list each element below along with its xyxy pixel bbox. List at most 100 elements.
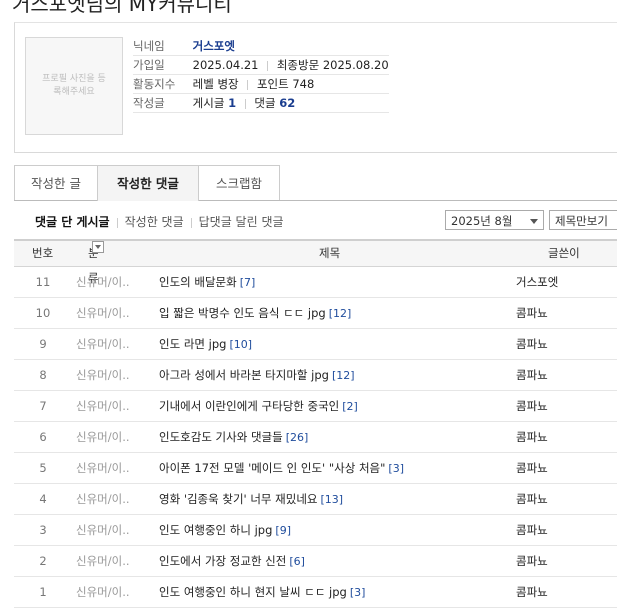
row-category[interactable]: 신유머/이.. <box>76 391 136 421</box>
subnav-replied-comments[interactable]: 답댓글 달린 댓글 <box>199 215 284 229</box>
row-comment-count[interactable]: [10] <box>229 338 252 351</box>
row-title[interactable]: 아그라 성에서 바라본 타지마할 jpg <box>159 368 329 382</box>
row-number: 9 <box>39 337 47 351</box>
row-comment-count[interactable]: [2] <box>342 400 358 413</box>
profile-photo-placeholder[interactable]: 프로필 사진을 등록해주세요 <box>25 37 123 135</box>
row-author[interactable]: 콤파뇨 <box>516 577 548 607</box>
row-author[interactable]: 콤파뇨 <box>516 329 548 359</box>
row-title-link[interactable]: 인도 라면 jpg [10] <box>159 329 252 360</box>
table-row: 8 신유머/이.. 아그라 성에서 바라본 타지마할 jpg [12] 콤파뇨 <box>14 360 617 391</box>
activity-row: 활동지수 레벨 병장 포인트 748 <box>133 75 389 94</box>
table-row: 5 신유머/이.. 아이폰 17전 모델 '메이드 인 인도' "사상 처음" [3]… <box>14 453 617 484</box>
row-title-link[interactable]: 영화 '김종욱 찾기' 너무 재밌네요 [13] <box>159 484 343 515</box>
row-title[interactable]: 아이폰 17전 모델 '메이드 인 인도' "사상 처음" <box>159 461 385 475</box>
row-category[interactable]: 신유머/이.. <box>76 422 136 452</box>
row-comment-count[interactable]: [12] <box>332 369 355 382</box>
row-comment-count[interactable]: [12] <box>329 307 352 320</box>
row-title-link[interactable]: 인도 여행중인 하니 jpg [9] <box>159 515 291 546</box>
comment-post-table: 번호 분류 제목 글쓴이 11 신유머/이.. 인도의 배달문화 [7] 거스포엣 10 신… <box>14 239 617 608</box>
divider <box>244 98 246 109</box>
row-category[interactable]: 신유머/이.. <box>76 453 136 483</box>
row-title-link[interactable]: 인도에서 가장 정교한 신전 [6] <box>159 546 305 577</box>
row-comment-count[interactable]: [13] <box>320 493 343 506</box>
header-author: 글쓴이 <box>548 246 580 260</box>
tab-written-comments[interactable]: 작성한 댓글 <box>97 165 199 201</box>
row-number: 11 <box>35 275 51 289</box>
table-header: 번호 분류 제목 글쓴이 <box>14 239 617 285</box>
table-row: 11 신유머/이.. 인도의 배달문화 [7] 거스포엣 <box>14 267 617 298</box>
written-row: 작성글 게시글 1 댓글 62 <box>133 94 389 113</box>
row-category[interactable]: 신유머/이.. <box>76 329 136 359</box>
row-number: 2 <box>39 554 47 568</box>
row-author[interactable]: 콤파뇨 <box>516 360 548 390</box>
table-row: 6 신유머/이.. 인도호감도 기사와 댓글들 [26] 콤파뇨 <box>14 422 617 453</box>
tab-bar: 작성한 글 작성한 댓글 스크랩함 <box>14 165 617 201</box>
activity-label: 활동지수 <box>133 77 176 91</box>
row-comment-count[interactable]: [3] <box>350 586 366 599</box>
row-category[interactable]: 신유머/이.. <box>76 515 136 545</box>
row-comment-count[interactable]: [6] <box>289 555 305 568</box>
tab-scrap[interactable]: 스크랩함 <box>198 165 280 200</box>
row-title[interactable]: 인도호감도 기사와 댓글들 <box>159 430 283 444</box>
view-mode-select[interactable]: 제목만보기 <box>549 210 617 230</box>
tab-written-posts[interactable]: 작성한 글 <box>14 165 98 200</box>
row-title-link[interactable]: 기내에서 이란인에게 구타당한 중국인 [2] <box>159 391 358 422</box>
row-category[interactable]: 신유머/이.. <box>76 267 136 297</box>
category-filter-dropdown-icon[interactable] <box>92 241 104 253</box>
row-author[interactable]: 콤파뇨 <box>516 453 548 483</box>
row-category[interactable]: 신유머/이.. <box>76 484 136 514</box>
row-author[interactable]: 콤파뇨 <box>516 515 548 545</box>
nickname-value[interactable]: 거스포엣 <box>193 39 235 53</box>
row-comment-count[interactable]: [26] <box>286 431 309 444</box>
row-title-link[interactable]: 아그라 성에서 바라본 타지마할 jpg [12] <box>159 360 355 391</box>
table-row: 10 신유머/이.. 입 짧은 박명수 인도 음식 ㄷㄷ jpg [12] 콤파뇨 <box>14 298 617 329</box>
posts-count[interactable]: 1 <box>228 96 236 110</box>
header-num: 번호 <box>32 246 54 260</box>
row-author[interactable]: 거스포엣 <box>516 267 558 297</box>
subnav-my-comments[interactable]: 작성한 댓글 <box>125 215 184 229</box>
row-number: 1 <box>39 585 47 599</box>
row-title-link[interactable]: 아이폰 17전 모델 '메이드 인 인도' "사상 처음" [3] <box>159 453 404 484</box>
profile-info: 닉네임 거스포엣 가입일 2025.04.21 최종방문 2025.08.20 … <box>133 37 389 113</box>
row-title-link[interactable]: 입 짧은 박명수 인도 음식 ㄷㄷ jpg [12] <box>159 298 351 329</box>
row-category[interactable]: 신유머/이.. <box>76 546 136 576</box>
written-label: 작성글 <box>133 96 165 110</box>
row-comment-count[interactable]: [7] <box>240 276 256 289</box>
comments-count[interactable]: 62 <box>279 96 295 110</box>
join-label: 가입일 <box>133 58 165 72</box>
row-number: 6 <box>39 430 47 444</box>
row-author[interactable]: 콤파뇨 <box>516 484 548 514</box>
header-title: 제목 <box>319 246 341 260</box>
row-author[interactable]: 콤파뇨 <box>516 546 548 576</box>
row-author[interactable]: 콤파뇨 <box>516 391 548 421</box>
month-select[interactable]: 2025년 8월 <box>445 210 544 230</box>
row-comment-count[interactable]: [9] <box>275 524 291 537</box>
row-author[interactable]: 콤파뇨 <box>516 298 548 328</box>
row-title[interactable]: 인도 여행중인 하니 jpg <box>159 523 272 537</box>
row-title-link[interactable]: 인도 여행중인 하니 현지 날씨 ㄷㄷ jpg [3] <box>159 577 365 608</box>
row-number: 3 <box>39 523 47 537</box>
row-author[interactable]: 콤파뇨 <box>516 422 548 452</box>
row-title[interactable]: 인도에서 가장 정교한 신전 <box>159 554 286 568</box>
last-visit-date: 2025.08.20 <box>322 58 389 72</box>
row-title[interactable]: 기내에서 이란인에게 구타당한 중국인 <box>159 399 339 413</box>
profile-box: 프로필 사진을 등록해주세요 닉네임 거스포엣 가입일 2025.04.21 최… <box>14 22 617 153</box>
nickname-label: 닉네임 <box>133 39 165 53</box>
row-category[interactable]: 신유머/이.. <box>76 360 136 390</box>
row-number: 4 <box>39 492 47 506</box>
row-title[interactable]: 영화 '김종욱 찾기' 너무 재밌네요 <box>159 492 317 506</box>
row-title[interactable]: 인도 라면 jpg <box>159 337 226 351</box>
subnav-commented-posts[interactable]: 댓글 단 게시글 <box>35 215 110 229</box>
nickname-row: 닉네임 거스포엣 <box>133 37 389 56</box>
row-title[interactable]: 인도 여행중인 하니 현지 날씨 ㄷㄷ jpg <box>159 585 347 599</box>
row-category[interactable]: 신유머/이.. <box>76 298 136 328</box>
table-row: 3 신유머/이.. 인도 여행중인 하니 jpg [9] 콤파뇨 <box>14 515 617 546</box>
row-title-link[interactable]: 인도호감도 기사와 댓글들 [26] <box>159 422 308 453</box>
row-title-link[interactable]: 인도의 배달문화 [7] <box>159 267 255 298</box>
comment-subnav: 댓글 단 게시글 작성한 댓글 답댓글 달린 댓글 <box>35 213 284 230</box>
row-comment-count[interactable]: [3] <box>388 462 404 475</box>
row-title[interactable]: 입 짧은 박명수 인도 음식 ㄷㄷ jpg <box>159 306 326 320</box>
row-title[interactable]: 인도의 배달문화 <box>159 275 237 289</box>
view-mode-value: 제목만보기 <box>555 214 608 228</box>
row-category[interactable]: 신유머/이.. <box>76 577 136 607</box>
